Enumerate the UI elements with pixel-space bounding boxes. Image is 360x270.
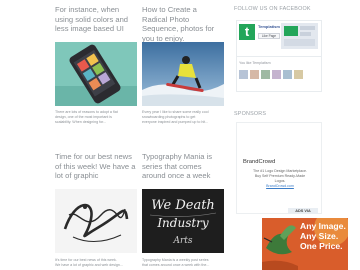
facebook-likes-text: You like Templatism xyxy=(239,61,271,65)
snowboarder-photo xyxy=(142,42,224,106)
ad-headline: Any Size. xyxy=(300,231,339,241)
excerpt-line: everyone inspired and pumped up to hit..… xyxy=(142,120,209,125)
post-title-typography-mania[interactable]: Typography Mania is series that comes ar… xyxy=(142,152,224,181)
avatar[interactable] xyxy=(294,70,303,79)
excerpt-line: scalability. When designing for... xyxy=(55,120,107,125)
ad-headline: One Price. xyxy=(300,241,343,251)
avatar[interactable] xyxy=(239,70,248,79)
excerpt-line: We have a lot of graphic and web design.… xyxy=(55,263,123,268)
calligraphy-artwork xyxy=(55,189,137,253)
ads-badge[interactable]: ADS VIA xyxy=(288,208,318,214)
post-thumbnail-phone-app[interactable] xyxy=(55,42,137,106)
post-title-flat-design[interactable]: For instance, when using solid colors an… xyxy=(55,5,137,34)
widget-title-sponsors: SPONSORS xyxy=(234,111,267,117)
post-excerpt-flat-design: There are lots of reasons to adopt a fla… xyxy=(55,110,137,126)
sponsor-tagline: Logos. xyxy=(274,179,286,183)
sponsor-tagline: Buy Self Premium Ready-Made xyxy=(254,174,306,178)
avatar[interactable] xyxy=(261,70,270,79)
cover-mockup-icon xyxy=(281,23,318,49)
excerpt-line: that comes around once a week with the..… xyxy=(142,263,210,268)
templatism-logo-icon: t xyxy=(239,24,255,40)
typography-word: Industry xyxy=(156,216,209,230)
post-excerpt-typography-mania: Typography Mania is a weekly post series… xyxy=(142,258,224,268)
facebook-page-widget[interactable]: t Templatism Like Page You like Templati… xyxy=(236,20,322,92)
avatar[interactable] xyxy=(272,70,281,79)
post-excerpt-best-news: It's time for our best news of this week… xyxy=(55,258,137,268)
typography-word: Arts xyxy=(172,236,192,246)
sponsor-link[interactable]: BrandCrowd.com xyxy=(241,184,319,188)
sponsor-box[interactable]: BrandCrowd The #1 Logo Design Marketplac… xyxy=(236,122,322,214)
facebook-like-button[interactable]: Like Page xyxy=(258,33,280,39)
banner-ad[interactable]: Any Image. Any Size. One Price. xyxy=(262,218,348,270)
divider xyxy=(236,56,322,57)
widget-title-facebook: FOLLOW US ON FACEBOOK xyxy=(234,6,311,12)
typography-word: We Death xyxy=(151,198,215,213)
sponsor-tagline: The #1 Logo Design Marketplace. xyxy=(253,169,307,173)
post-title-best-news[interactable]: Time for our best news of this week! We … xyxy=(55,152,137,181)
typography-artwork: We Death Industry Arts xyxy=(142,189,224,253)
sponsor-name[interactable]: BrandCrowd xyxy=(243,159,275,165)
post-thumbnail-calligraphy[interactable] xyxy=(55,189,137,253)
facebook-cover-image xyxy=(281,23,318,49)
ad-headline: Any Image. xyxy=(300,221,346,231)
avatar[interactable] xyxy=(250,70,259,79)
facebook-page-name[interactable]: Templatism xyxy=(258,24,280,29)
post-title-photo-sequence[interactable]: How to Create a Radical Photo Sequence, … xyxy=(142,5,224,43)
post-thumbnail-snowboarder[interactable] xyxy=(142,42,224,106)
phone-app-illustration xyxy=(55,42,137,106)
avatar[interactable] xyxy=(283,70,292,79)
post-thumbnail-typography[interactable]: We Death Industry Arts xyxy=(142,189,224,253)
post-excerpt-photo-sequence: Every year I like to share some really c… xyxy=(142,110,224,126)
sponsor-link-text[interactable]: BrandCrowd.com xyxy=(266,184,294,188)
